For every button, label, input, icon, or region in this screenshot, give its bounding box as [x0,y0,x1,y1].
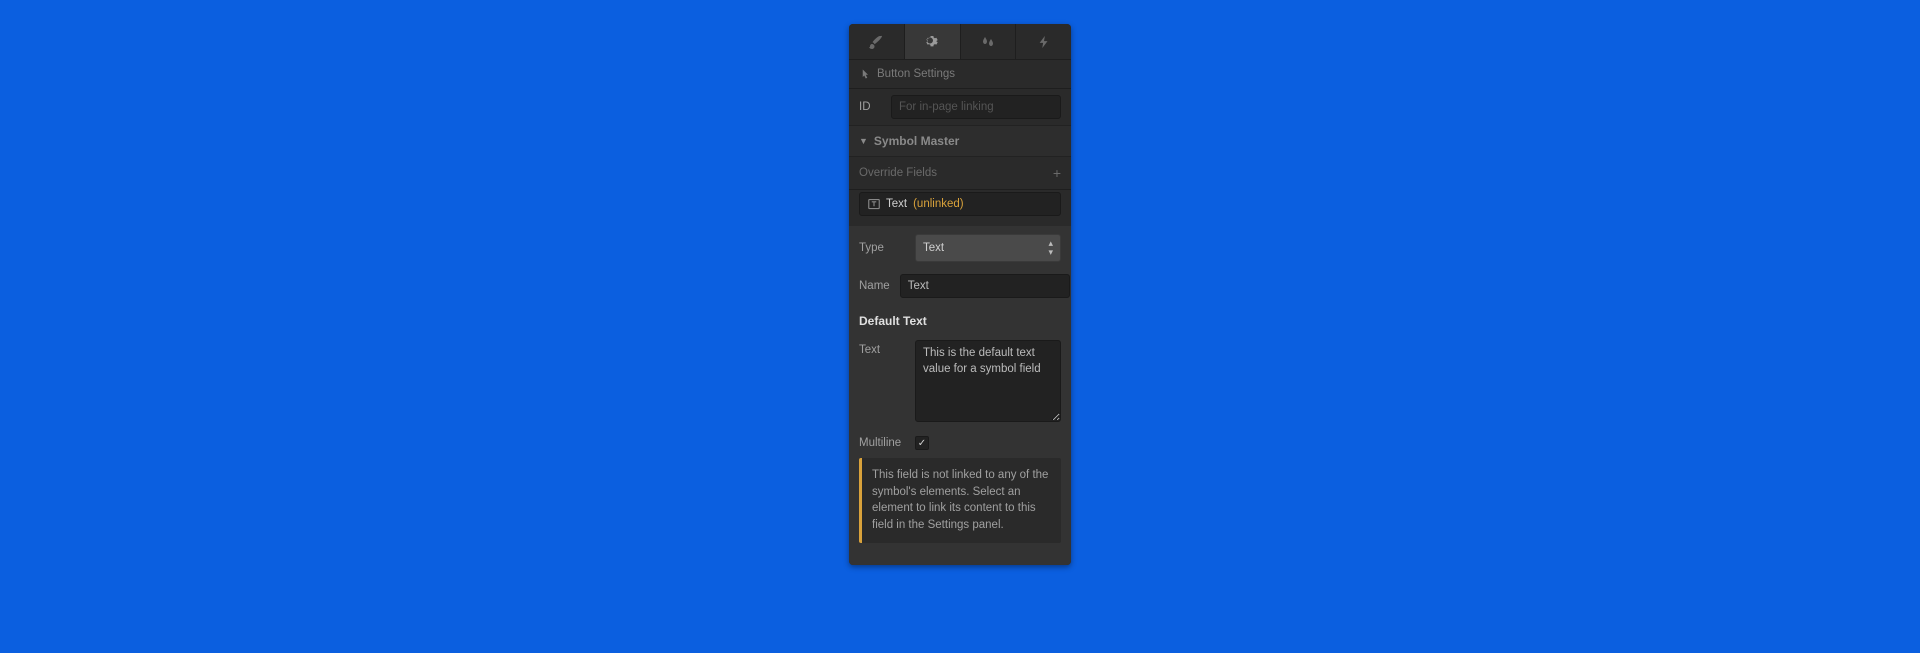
text-field-icon [868,198,880,210]
style-tab[interactable] [849,24,905,59]
type-label: Type [859,242,905,254]
effects-tab[interactable] [961,24,1017,59]
default-text-title: Default Text [849,304,1071,334]
symbol-master-title: Symbol Master [874,134,959,148]
tab-bar [849,24,1071,60]
override-field-label: Text [886,198,907,210]
gear-icon [924,34,940,50]
override-fields-label: Override Fields [859,167,937,179]
element-settings-title: Button Settings [877,68,955,80]
type-row: Type Text ▴▾ [849,228,1071,268]
interactions-tab[interactable] [1016,24,1071,59]
unlinked-warning-text: This field is not linked to any of the s… [872,469,1048,531]
settings-panel: Button Settings ID ▼ Symbol Master Overr… [849,24,1071,565]
add-override-field-button[interactable]: + [1053,165,1061,181]
field-detail-section: Type Text ▴▾ Name Default Text Text Mult… [849,226,1071,565]
pointer-icon [859,68,871,80]
default-text-row: Text [849,334,1071,428]
default-text-textarea[interactable] [915,340,1061,422]
droplets-icon [980,34,996,50]
caret-down-icon: ▼ [859,136,868,146]
unlinked-warning: This field is not linked to any of the s… [859,458,1061,543]
multiline-label: Multiline [859,437,905,449]
element-settings-header: Button Settings [849,60,1071,89]
check-icon: ✓ [918,438,926,449]
name-input[interactable] [900,274,1070,298]
id-label: ID [859,101,881,113]
brush-icon [868,34,884,50]
default-text-label: Text [859,340,905,356]
id-input[interactable] [891,95,1061,119]
override-field-status: (unlinked) [913,198,964,210]
lightning-icon [1037,35,1051,49]
override-field-item[interactable]: Text (unlinked) [859,192,1061,216]
settings-tab[interactable] [905,24,961,59]
multiline-checkbox[interactable]: ✓ [915,436,929,450]
multiline-row: Multiline ✓ [849,428,1071,458]
select-caret-icon: ▴▾ [1048,239,1053,257]
name-label: Name [859,280,890,292]
id-row: ID [849,89,1071,125]
name-row: Name [849,268,1071,304]
override-fields-header: Override Fields + [849,157,1071,190]
type-select[interactable]: Text ▴▾ [915,234,1061,262]
type-select-value: Text [923,242,944,254]
symbol-master-toggle[interactable]: ▼ Symbol Master [849,125,1071,157]
